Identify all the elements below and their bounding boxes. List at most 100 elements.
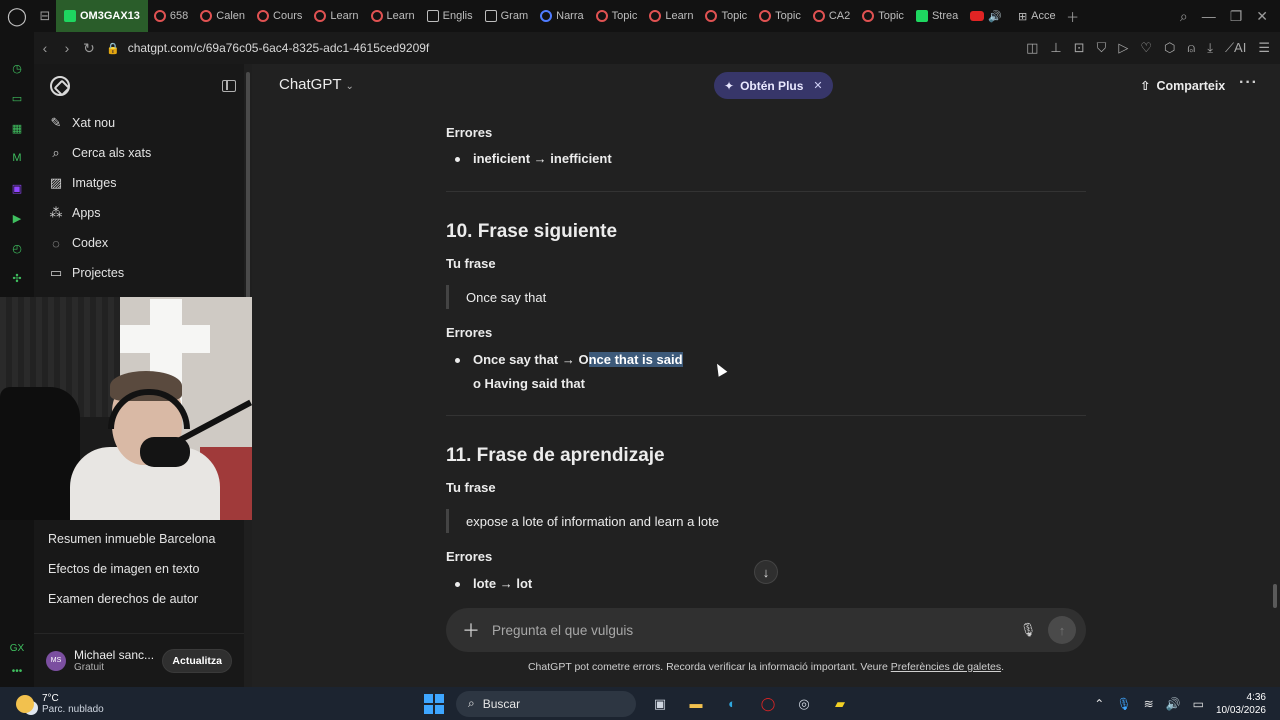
pattern-icon[interactable]: ▦	[9, 120, 25, 136]
new-tab-icon[interactable]: ＋	[1062, 0, 1084, 32]
browser-tab[interactable]: Topic	[699, 0, 753, 32]
list-item[interactable]: Once say that → Once that is said	[446, 352, 683, 367]
history-icon[interactable]: ◴	[9, 240, 25, 256]
sidebar-item-projects[interactable]: ▭ Projectes	[34, 258, 252, 288]
highlighted-text[interactable]: nce that is said	[588, 352, 683, 367]
section-heading: 11. Frase de aprendizaje	[446, 445, 665, 466]
disclaimer-end: .	[1001, 661, 1005, 673]
browser-tab[interactable]: Calen	[194, 0, 251, 32]
battery-icon[interactable]: ▭	[1193, 697, 1204, 711]
reload-icon[interactable]: ↻	[78, 40, 100, 57]
shield-icon[interactable]: ⛉	[1097, 40, 1107, 56]
snapshot-icon[interactable]: ⊡	[1074, 40, 1085, 56]
scrollbar-thumb[interactable]	[1273, 584, 1277, 608]
file-explorer-icon[interactable]: ▬	[684, 692, 708, 716]
more-dots-icon[interactable]: •••	[12, 666, 23, 677]
microphone-icon[interactable]: 🎙	[1014, 622, 1042, 638]
browser-tab[interactable]: Learn	[308, 0, 364, 32]
prompt-input[interactable]: Pregunta el que vulguis	[492, 623, 1014, 638]
microphone-icon[interactable]: 🎙	[1116, 697, 1131, 711]
browser-tab[interactable]: Topic	[753, 0, 807, 32]
browser-tab[interactable]: OM3GAX13	[56, 0, 148, 32]
extensions-icon[interactable]: ⬡	[1164, 40, 1175, 56]
main-scrollbar[interactable]	[1270, 64, 1280, 687]
browser-tab[interactable]: Englis	[421, 0, 479, 32]
ai-button[interactable]: ⟋AI	[1225, 40, 1246, 56]
lock-icon[interactable]: 🔒	[106, 42, 120, 55]
browser-tab[interactable]: Strea	[910, 0, 964, 32]
split-view-icon[interactable]: ◫	[1026, 40, 1038, 56]
chrome-icon[interactable]: ◎	[792, 692, 816, 716]
browser-tab[interactable]: Topic	[856, 0, 910, 32]
sidebar-item-codex[interactable]: ◌ Codex	[34, 228, 252, 258]
sidebar-item-search[interactable]: ⌕ Cerca als xats	[34, 138, 252, 168]
m-app-icon[interactable]: M	[9, 150, 25, 166]
chat-history-item[interactable]: Resumen inmueble Barcelona	[34, 524, 244, 554]
chat-history-item[interactable]: Efectos de imagen en texto	[34, 554, 244, 584]
browser-tab[interactable]: CA2	[807, 0, 856, 32]
profile-icon[interactable]: ⍝	[1187, 40, 1195, 56]
sidebar-item-apps[interactable]: ⁂ Apps	[34, 198, 252, 228]
chevron-up-icon[interactable]: ⌃	[1094, 697, 1104, 711]
weather-widget[interactable]: 7°C Parc. nublado	[16, 687, 104, 720]
more-options-icon[interactable]: ···	[1239, 74, 1258, 92]
wifi-icon[interactable]: ≋	[1144, 697, 1154, 711]
chat-history-item[interactable]: Examen derechos de autor	[34, 584, 244, 614]
twitch-icon[interactable]: ▣	[9, 180, 25, 196]
avatar[interactable]: MS	[46, 650, 66, 671]
browser-tab[interactable]: Topic	[590, 0, 644, 32]
menu-icon[interactable]: ☰	[1258, 40, 1270, 56]
play-circle-icon[interactable]: ▶	[9, 210, 25, 226]
profile-area[interactable]: MS Michael sanc... Gratuit Actualitza	[34, 633, 244, 687]
browser-tab[interactable]: Learn	[365, 0, 421, 32]
toggle-sidebar-icon[interactable]	[222, 80, 236, 92]
browser-tab[interactable]: Learn	[643, 0, 699, 32]
scrollbar-thumb[interactable]	[246, 72, 250, 302]
close-icon[interactable]: ✕	[813, 79, 822, 92]
taskbar-search[interactable]: ⌕ Buscar	[456, 690, 636, 717]
sticky-notes-icon[interactable]: ▰	[828, 692, 852, 716]
tab-label: Topic	[878, 10, 904, 22]
sidebar-item-new-chat[interactable]: ✎ Xat nou	[34, 108, 252, 138]
edge-icon[interactable]: ◐	[720, 692, 744, 716]
url-field[interactable]: chatgpt.com/c/69a76c05-6ac4-8325-adc1-46…	[128, 41, 430, 55]
sidebar-item-images[interactable]: ▨ Imatges	[34, 168, 252, 198]
browser-tab[interactable]: ⊞ Acce	[1012, 0, 1062, 32]
puzzle-icon[interactable]: ✣	[9, 270, 25, 286]
get-plus-button[interactable]: ✦ Obtén Plus ✕	[714, 72, 833, 99]
browser-tab[interactable]: 658	[148, 0, 194, 32]
maximize-icon[interactable]: ❐	[1230, 8, 1243, 25]
back-icon[interactable]: ‹	[34, 40, 56, 56]
webcam-microphone	[140, 437, 190, 467]
volume-icon[interactable]: 🔊	[1166, 697, 1181, 711]
browser-tab[interactable]: Narra	[534, 0, 590, 32]
add-attachment-icon[interactable]: ＋	[462, 617, 482, 643]
opera-gx-icon[interactable]: ◯	[756, 692, 780, 716]
cookie-preferences-link[interactable]: Preferències de galetes	[891, 661, 1001, 673]
search-tabs-icon[interactable]: ⌕	[1180, 8, 1188, 25]
pin-icon[interactable]: ⊥	[1050, 40, 1061, 56]
chatgpt-logo-icon[interactable]	[50, 76, 70, 96]
windows-start-icon[interactable]	[424, 693, 444, 714]
clock[interactable]: 4:36 10/03/2026	[1216, 691, 1266, 717]
gx-icon[interactable]: GX	[10, 643, 24, 654]
tab-overview-icon[interactable]: ⊟	[34, 0, 56, 32]
share-button[interactable]: ⇧ Comparteix	[1140, 78, 1225, 94]
send-button[interactable]: ↑	[1048, 616, 1076, 644]
play-icon[interactable]: ▷	[1118, 40, 1128, 56]
download-icon[interactable]: ⤓	[1207, 40, 1213, 56]
model-selector[interactable]: ChatGPT ⌄	[279, 76, 354, 93]
update-button[interactable]: Actualitza	[162, 648, 232, 673]
browser-tab[interactable]: Cours	[251, 0, 308, 32]
opera-logo-icon[interactable]: ◯	[0, 0, 34, 32]
browser-tab[interactable]: 🔊	[964, 0, 1012, 32]
speed-dial-icon[interactable]: ◷	[9, 60, 25, 76]
close-icon[interactable]: ✕	[1256, 8, 1268, 25]
bag-icon[interactable]: ▭	[9, 90, 25, 106]
forward-icon[interactable]: ›	[56, 40, 78, 56]
heart-icon[interactable]: ♡	[1140, 40, 1152, 56]
browser-tab[interactable]: Gram	[479, 0, 535, 32]
task-view-icon[interactable]: ▣	[648, 692, 672, 716]
scroll-down-button[interactable]: ↓	[754, 560, 778, 584]
minimize-icon[interactable]: —	[1202, 8, 1216, 24]
